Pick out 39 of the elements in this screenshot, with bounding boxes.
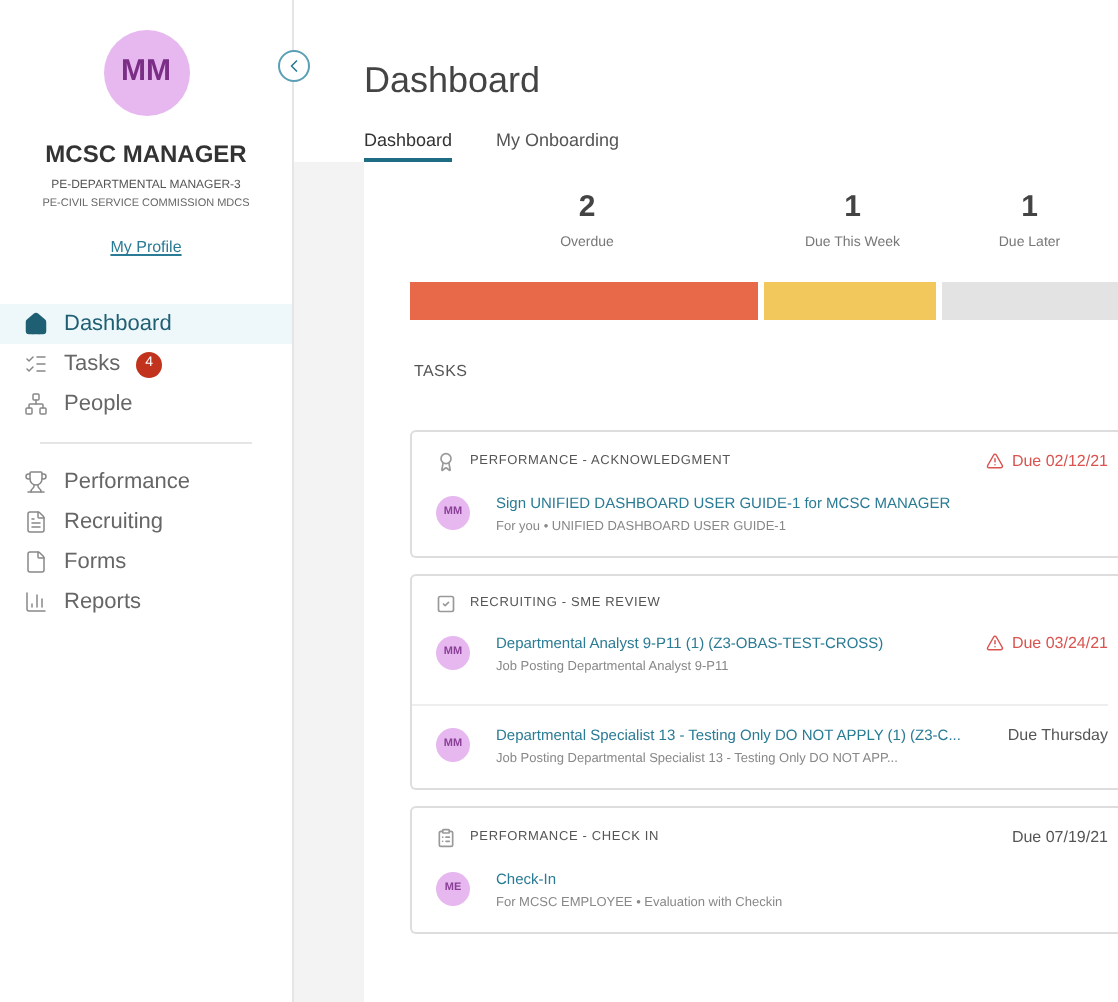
summary-count: 1: [1021, 187, 1038, 227]
page-title: Dashboard: [364, 58, 543, 104]
nav-item[interactable]: Dashboard: [0, 304, 292, 345]
summary-count: 1: [844, 187, 861, 227]
list-icon: [24, 352, 48, 377]
due-date: Due Thursday: [1007, 723, 1108, 747]
nav-label: People: [64, 390, 133, 420]
collapse-button[interactable]: [278, 50, 310, 82]
nav-label: Dashboard: [64, 310, 172, 340]
clipboard-icon: [436, 827, 456, 847]
house-icon: [24, 312, 48, 337]
nav-label: Reports: [64, 588, 142, 618]
nav-item[interactable]: Recruiting: [0, 502, 292, 543]
warning-icon: [985, 634, 1004, 652]
people-icon: [24, 392, 48, 417]
avatar: MM: [103, 30, 189, 116]
profile-link[interactable]: My Profile: [110, 236, 182, 261]
nav-label: Performance: [64, 468, 190, 498]
checkbox-icon: [436, 593, 456, 613]
tasks-heading: TASKS: [414, 359, 470, 383]
due-date: Due 03/24/21: [985, 631, 1108, 655]
summary-count: 2: [578, 187, 596, 227]
nav-label: Forms: [64, 548, 127, 578]
nav-label: Recruiting: [64, 508, 164, 538]
due-date: Due 02/12/21: [985, 449, 1108, 473]
nav-item[interactable]: Reports: [0, 582, 292, 623]
warning-icon: [985, 452, 1004, 470]
nav-item[interactable]: People: [0, 384, 292, 425]
tab[interactable]: My Onboarding: [496, 128, 620, 161]
document-icon: [24, 510, 48, 535]
nav-label: Tasks: [64, 350, 121, 380]
page-icon: [24, 550, 48, 575]
user-name: MCSC MANAGER: [43, 138, 249, 172]
nav-item[interactable]: Forms: [0, 542, 292, 583]
nav-item[interactable]: Performance: [0, 462, 292, 503]
due-date: Due 07/19/21: [1011, 825, 1108, 849]
ribbon-icon: [436, 451, 456, 471]
bar-chart-icon: [24, 590, 48, 615]
trophy-icon: [24, 470, 48, 495]
